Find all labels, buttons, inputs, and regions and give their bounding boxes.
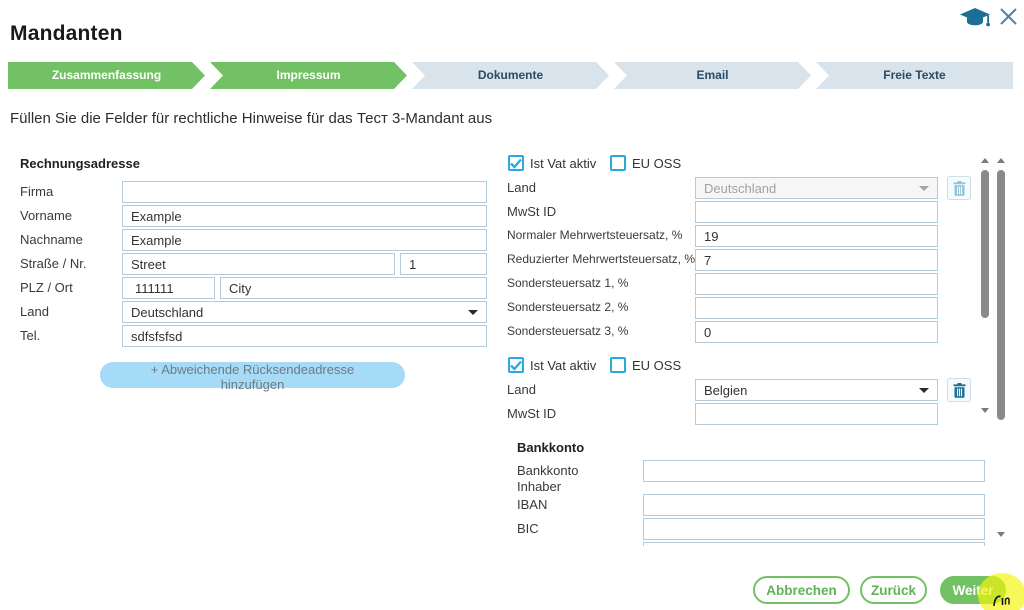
chevron-down-icon <box>468 310 478 315</box>
graduation-cap-icon <box>960 17 992 34</box>
mwst-id-input-1[interactable] <box>695 201 938 223</box>
vat-land-value-1: Deutschland <box>704 181 776 196</box>
ort-input[interactable] <box>220 277 487 299</box>
mwst-id-label-1: MwSt ID <box>507 204 556 219</box>
billing-address-heading: Rechnungsadresse <box>20 156 140 171</box>
clipped-input <box>643 542 985 546</box>
vat-land-select-1[interactable]: Deutschland <box>695 177 938 199</box>
tel-label: Tel. <box>20 328 40 343</box>
rate-input-normal[interactable] <box>695 225 938 247</box>
nachname-input[interactable] <box>122 229 487 251</box>
eu-oss-label-2: EU OSS <box>632 358 681 373</box>
plz-ort-label: PLZ / Ort <box>20 280 73 295</box>
hausnummer-input[interactable] <box>400 253 487 275</box>
step-zusammenfassung[interactable]: Zusammenfassung <box>8 62 205 89</box>
plz-input[interactable] <box>122 277 215 299</box>
firma-label: Firma <box>20 184 53 199</box>
check-icon <box>510 360 522 371</box>
delete-vat-country-button-1[interactable] <box>947 176 971 200</box>
mandanten-dialog: Mandanten Zusammenfassung Impressum Doku… <box>0 0 1024 610</box>
iban-label: IBAN <box>517 497 547 512</box>
chevron-down-icon <box>919 388 929 393</box>
scroll-down-icon[interactable] <box>997 532 1005 537</box>
vorname-input[interactable] <box>122 205 487 227</box>
chevron-down-icon <box>919 186 929 191</box>
next-button[interactable]: Weiter <box>940 576 1006 604</box>
bic-label: BIC <box>517 521 539 536</box>
bank-owner-label: Bankkonto Inhaber <box>517 463 599 495</box>
vat-active-checkbox-1[interactable] <box>508 155 524 171</box>
rate-input-special-2[interactable] <box>695 297 938 319</box>
rate-input-special-3[interactable] <box>695 321 938 343</box>
scroll-up-icon[interactable] <box>981 158 989 163</box>
step-dokumente[interactable]: Dokumente <box>412 62 609 89</box>
delete-vat-country-button-2[interactable] <box>947 378 971 402</box>
rate-label-reduced: Reduzierter Mehrwertsteuersatz, % <box>507 252 695 266</box>
close-icon <box>999 13 1018 30</box>
rate-label-normal: Normaler Mehrwertsteuersatz, % <box>507 228 682 242</box>
bic-input[interactable] <box>643 518 985 540</box>
add-return-address-button[interactable]: + Abweichende Rücksendeadresse hinzufüge… <box>100 362 405 388</box>
nachname-label: Nachname <box>20 232 83 247</box>
step-email[interactable]: Email <box>614 62 811 89</box>
cancel-button[interactable]: Abbrechen <box>753 576 850 604</box>
bank-section-heading: Bankkonto <box>517 440 584 455</box>
check-icon <box>510 158 522 169</box>
academy-help-button[interactable] <box>960 6 992 35</box>
scrollbar-thumb[interactable] <box>997 170 1005 420</box>
rate-label-special-3: Sondersteuersatz 3, % <box>507 324 628 338</box>
back-button[interactable]: Zurück <box>860 576 927 604</box>
strasse-label: Straße / Nr. <box>20 256 86 271</box>
mwst-id-label-2: MwSt ID <box>507 406 556 421</box>
panel-scrollbar[interactable] <box>996 156 1006 540</box>
form-instruction: Füllen Sie die Felder für rechtliche Hin… <box>10 110 492 127</box>
step-impressum[interactable]: Impressum <box>210 62 407 89</box>
vat-active-checkbox-2[interactable] <box>508 357 524 373</box>
rate-label-special-2: Sondersteuersatz 2, % <box>507 300 628 314</box>
mwst-id-input-2[interactable] <box>695 403 938 425</box>
strasse-input[interactable] <box>122 253 395 275</box>
rate-input-special-1[interactable] <box>695 273 938 295</box>
eu-oss-checkbox-2[interactable] <box>610 357 626 373</box>
vorname-label: Vorname <box>20 208 72 223</box>
vat-land-value-2: Belgien <box>704 383 747 398</box>
page-title: Mandanten <box>10 22 123 46</box>
step-freie-texte[interactable]: Freie Texte <box>816 62 1013 89</box>
close-button[interactable] <box>999 7 1018 31</box>
eu-oss-checkbox-1[interactable] <box>610 155 626 171</box>
scroll-down-icon[interactable] <box>981 408 989 413</box>
bank-owner-input[interactable] <box>643 460 985 482</box>
scrollbar-thumb[interactable] <box>981 170 989 318</box>
trash-icon <box>953 383 966 398</box>
land-label: Land <box>20 304 49 319</box>
scroll-up-icon[interactable] <box>997 158 1005 163</box>
rate-label-special-1: Sondersteuersatz 1, % <box>507 276 628 290</box>
vat-list-scrollbar[interactable] <box>980 156 990 416</box>
vat-land-label-1: Land <box>507 180 536 195</box>
wizard-steps: Zusammenfassung Impressum Dokumente Emai… <box>8 62 1013 89</box>
land-select[interactable]: Deutschland <box>122 301 487 323</box>
vat-land-select-2[interactable]: Belgien <box>695 379 938 401</box>
trash-icon <box>953 181 966 196</box>
land-select-value: Deutschland <box>131 305 203 320</box>
vat-active-label-2: Ist Vat aktiv <box>530 358 596 373</box>
tel-input[interactable] <box>122 325 487 347</box>
vat-land-label-2: Land <box>507 382 536 397</box>
vat-active-label-1: Ist Vat aktiv <box>530 156 596 171</box>
firma-input[interactable] <box>122 181 487 203</box>
rate-input-reduced[interactable] <box>695 249 938 271</box>
eu-oss-label-1: EU OSS <box>632 156 681 171</box>
iban-input[interactable] <box>643 494 985 516</box>
